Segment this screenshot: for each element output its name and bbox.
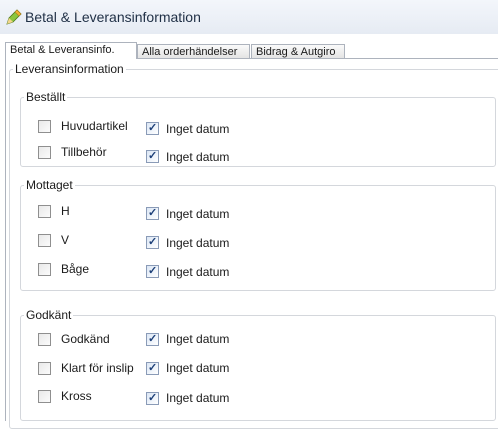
v-checkbox[interactable] [38, 234, 51, 247]
tillbehor-label: Tillbehör [61, 145, 107, 159]
kross-label: Kross [61, 389, 92, 403]
h-inget-datum-checkbox[interactable]: ✓ [146, 207, 159, 220]
godkand-inget-datum-label: Inget datum [166, 332, 230, 346]
tab-bidrag-autgiro[interactable]: Bidrag & Autgiro [251, 44, 345, 58]
bage-inget-datum-checkbox[interactable]: ✓ [146, 265, 159, 278]
bestallt-legend: Beställt [24, 90, 68, 104]
leveransinformation-legend: Leveransinformation [13, 62, 126, 76]
bage-inget-datum-label: Inget datum [166, 265, 230, 279]
godkant-legend: Godkänt [24, 308, 74, 322]
tab-alla-orderhandelser[interactable]: Alla orderhändelser [137, 44, 250, 58]
checkmark-icon: ✓ [148, 236, 158, 248]
godkand-label: Godkänd [61, 332, 110, 346]
tillbehor-inget-datum-checkbox[interactable]: ✓ [146, 150, 159, 163]
tab-panel: Leveransinformation Beställt Huvudartike… [5, 58, 498, 429]
tab-strip: Betal & Leveransinfo. Alla orderhändelse… [0, 34, 498, 59]
checkmark-icon: ✓ [148, 207, 158, 219]
v-inget-datum-label: Inget datum [166, 236, 230, 250]
checkmark-icon: ✓ [148, 333, 158, 345]
huvudartikel-label: Huvudartikel [61, 119, 128, 133]
tab-betal-leveransinfo[interactable]: Betal & Leveransinfo. [5, 42, 137, 59]
window-title: Betal & Leveransinformation [25, 9, 201, 25]
tillbehor-checkbox[interactable] [38, 146, 51, 159]
checkmark-icon: ✓ [148, 265, 158, 277]
h-label: H [61, 204, 70, 218]
checkmark-icon: ✓ [148, 122, 158, 134]
kross-inget-datum-checkbox[interactable]: ✓ [146, 392, 159, 405]
v-inget-datum-checkbox[interactable]: ✓ [146, 236, 159, 249]
checkmark-icon: ✓ [148, 150, 158, 162]
bage-checkbox[interactable] [38, 263, 51, 276]
klart-for-inslip-checkbox[interactable] [38, 362, 51, 375]
klart-for-inslip-inget-datum-checkbox[interactable]: ✓ [146, 362, 159, 375]
klart-for-inslip-label: Klart för inslip [61, 361, 134, 375]
v-label: V [61, 233, 70, 247]
h-checkbox[interactable] [38, 205, 51, 218]
huvudartikel-inget-datum-checkbox[interactable]: ✓ [146, 122, 159, 135]
godkand-inget-datum-checkbox[interactable]: ✓ [146, 333, 159, 346]
mottaget-legend: Mottaget [24, 178, 75, 192]
app-pencil-icon [6, 9, 22, 25]
checkmark-icon: ✓ [148, 392, 158, 404]
huvudartikel-inget-datum-label: Inget datum [166, 122, 230, 136]
kross-inget-datum-label: Inget datum [166, 391, 230, 405]
h-inget-datum-label: Inget datum [166, 207, 230, 221]
klart-for-inslip-inget-datum-label: Inget datum [166, 361, 230, 375]
huvudartikel-checkbox[interactable] [38, 120, 51, 133]
godkand-checkbox[interactable] [38, 333, 51, 346]
window-titlebar: Betal & Leveransinformation [0, 0, 498, 34]
bage-label: Båge [61, 262, 90, 276]
kross-checkbox[interactable] [38, 390, 51, 403]
mottaget-group [20, 185, 496, 291]
tillbehor-inget-datum-label: Inget datum [166, 150, 230, 164]
checkmark-icon: ✓ [148, 362, 158, 374]
